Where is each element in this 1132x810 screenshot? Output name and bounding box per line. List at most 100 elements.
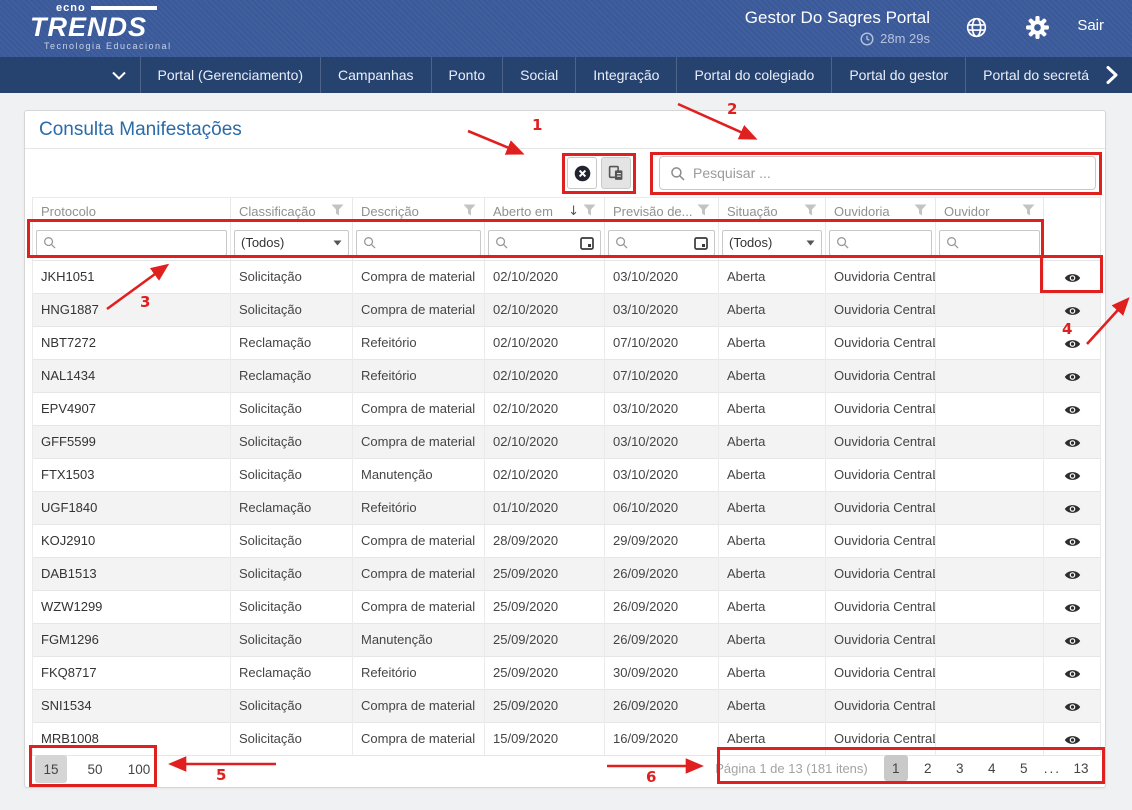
view-details-button[interactable] [1064,569,1081,581]
table-row[interactable]: FGM1296 Solicitação Manutenção 25/09/202… [33,623,1101,656]
nav-tab[interactable]: Portal do colegiado [676,57,831,93]
page-number-button[interactable]: 4 [980,755,1004,781]
cell-descricao: Refeitório [353,491,485,524]
filter-situacao-select[interactable]: (Todos) [722,230,822,256]
table-row[interactable]: EPV4907 Solicitação Compra de material 0… [33,392,1101,425]
eye-icon [1064,602,1081,614]
column-header-ouvidoria[interactable]: Ouvidoria [826,198,936,226]
table-row[interactable]: FKQ8717 Reclamação Refeitório 25/09/2020… [33,656,1101,689]
nav-tab[interactable]: Integração [575,57,676,93]
language-globe-button[interactable] [963,15,990,43]
table-row[interactable]: FTX1503 Solicitação Manutenção 02/10/202… [33,458,1101,491]
nav-tab[interactable]: Portal do secretá [965,57,1106,93]
column-header-aberto-em[interactable]: Aberto em↓ [485,198,605,226]
filter-ouvidoria-input[interactable] [854,235,925,250]
nav-tab[interactable]: Ponto [431,57,503,93]
search-icon [615,236,628,249]
view-details-button[interactable] [1064,305,1081,317]
nav-scroll-right[interactable] [1106,57,1132,93]
settings-button[interactable] [1025,15,1050,43]
cell-ouvidor [936,722,1044,755]
column-header-ouvidor[interactable]: Ouvidor [936,198,1044,226]
search-icon [670,166,685,181]
filter-descricao-input[interactable] [381,235,474,250]
column-header-protocolo[interactable]: Protocolo [33,198,231,226]
column-header-situacao[interactable]: Situação [719,198,826,226]
table-row[interactable]: MRB1008 Solicitação Compra de material 1… [33,722,1101,755]
page-number-button[interactable]: 1 [884,755,908,781]
view-details-button[interactable] [1064,470,1081,482]
page-number-button[interactable]: 2 [916,755,940,781]
eye-icon [1064,701,1081,713]
logout-link[interactable]: Sair [1077,17,1104,34]
view-details-button[interactable] [1064,371,1081,383]
chevron-right-icon [1106,66,1118,84]
cell-situacao: Aberta [719,359,826,392]
cell-descricao: Compra de material [353,260,485,293]
view-details-button[interactable] [1064,404,1081,416]
page-size-button[interactable]: 100 [123,755,155,783]
filter-funnel-icon[interactable] [463,204,476,219]
filter-aberto-em-input[interactable] [513,235,575,250]
tecnotrends-logo[interactable]: ecno TRENDS Tecnologia Educacional [30,3,172,51]
cell-ouvidoria: Ouvidoria CentraL [826,392,936,425]
table-row[interactable]: HNG1887 Solicitação Compra de material 0… [33,293,1101,326]
filter-classificacao-select[interactable]: (Todos) [234,230,349,256]
table-row[interactable]: NAL1434 Reclamação Refeitório 02/10/2020… [33,359,1101,392]
column-header-descricao[interactable]: Descrição [353,198,485,226]
view-details-button[interactable] [1064,635,1081,647]
column-header-classificacao[interactable]: Classificação [231,198,353,226]
nav-tab[interactable]: Portal (Gerenciamento) [140,57,321,93]
table-row[interactable]: SNI1534 Solicitação Compra de material 2… [33,689,1101,722]
table-row[interactable]: NBT7272 Reclamação Refeitório 02/10/2020… [33,326,1101,359]
view-details-button[interactable] [1064,272,1081,284]
eye-icon [1064,668,1081,680]
filter-funnel-icon[interactable] [1022,204,1035,219]
view-details-button[interactable] [1064,503,1081,515]
search-icon [836,236,849,249]
view-details-button[interactable] [1064,602,1081,614]
eye-icon [1064,569,1081,581]
cell-descricao: Manutenção [353,458,485,491]
page-number-button[interactable]: 3 [948,755,972,781]
filter-funnel-icon[interactable] [914,204,927,219]
view-details-button[interactable] [1064,437,1081,449]
table-row[interactable]: WZW1299 Solicitação Compra de material 2… [33,590,1101,623]
filter-funnel-icon[interactable] [697,204,710,219]
filter-ouvidor-input[interactable] [964,235,1033,250]
view-details-button[interactable] [1064,536,1081,548]
nav-tab[interactable]: Campanhas [320,57,431,93]
view-details-button[interactable] [1064,338,1081,350]
page-number-button[interactable]: 5 [1012,755,1036,781]
calendar-icon[interactable] [694,236,708,250]
table-row[interactable]: JKH1051 Solicitação Compra de material 0… [33,260,1101,293]
column-header-previsao[interactable]: Previsão de... [605,198,719,226]
filter-protocolo-input[interactable] [61,235,220,250]
table-row[interactable]: GFF5599 Solicitação Compra de material 0… [33,425,1101,458]
cell-situacao: Aberta [719,722,826,755]
nav-tab[interactable]: Portal do gestor [831,57,965,93]
filter-funnel-icon[interactable] [583,204,596,219]
table-row[interactable]: DAB1513 Solicitação Compra de material 2… [33,557,1101,590]
filter-funnel-icon[interactable] [804,204,817,219]
clear-filters-button[interactable] [567,157,597,189]
filter-previsao-input[interactable] [633,235,689,250]
view-details-button[interactable] [1064,701,1081,713]
view-details-button[interactable] [1064,734,1081,746]
table-row[interactable]: KOJ2910 Solicitação Compra de material 2… [33,524,1101,557]
cell-protocolo: NBT7272 [33,326,231,359]
page-size-button[interactable]: 15 [35,755,67,783]
main-navbar: Portal (Gerenciamento)CampanhasPontoSoci… [0,57,1132,93]
search-input[interactable] [693,165,1085,181]
nav-menu-toggle[interactable] [0,57,140,93]
page-size-button[interactable]: 50 [79,755,111,783]
page-number-button[interactable]: 13 [1069,755,1093,781]
filter-funnel-icon[interactable] [331,204,344,219]
table-row[interactable]: UGF1840 Reclamação Refeitório 01/10/2020… [33,491,1101,524]
cell-previsao: 29/09/2020 [605,524,719,557]
export-copy-button[interactable] [601,157,631,189]
calendar-icon[interactable] [580,236,594,250]
view-details-button[interactable] [1064,668,1081,680]
cell-previsao: 03/10/2020 [605,425,719,458]
nav-tab[interactable]: Social [502,57,575,93]
